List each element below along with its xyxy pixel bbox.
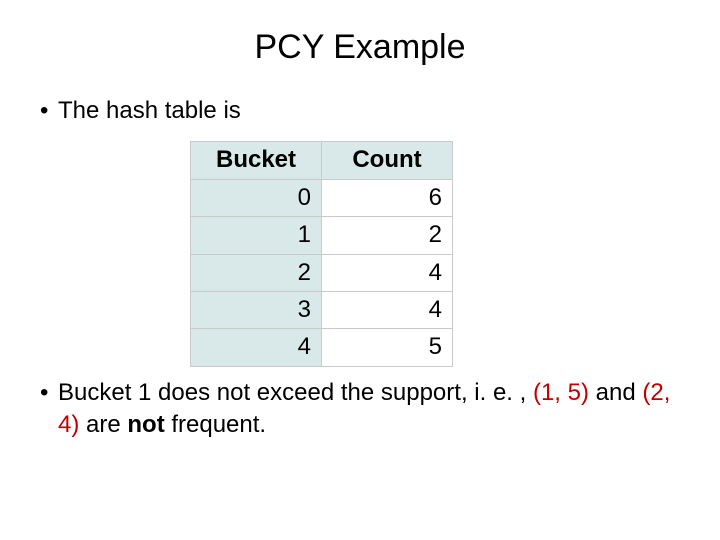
text-fragment: and [589, 379, 642, 406]
cell-count: 6 [322, 179, 453, 216]
pair-text: (1, 5) [533, 379, 589, 406]
table-row: 2 4 [191, 254, 453, 291]
table-row: 0 6 [191, 179, 453, 216]
bullet-item: • The hash table is [40, 95, 680, 127]
cell-count: 5 [322, 329, 453, 366]
cell-count: 4 [322, 254, 453, 291]
slide: PCY Example • The hash table is Bucket C… [0, 0, 720, 540]
cell-count: 4 [322, 291, 453, 328]
text-fragment: are [79, 411, 127, 438]
col-bucket-header: Bucket [191, 142, 322, 179]
hash-table: Bucket Count 0 6 1 2 2 4 3 4 4 5 [190, 141, 453, 366]
table-row: 3 4 [191, 291, 453, 328]
cell-bucket: 0 [191, 179, 322, 216]
bullet-text: The hash table is [58, 95, 680, 127]
col-count-header: Count [322, 142, 453, 179]
text-fragment: Bucket 1 does not exceed the support, i.… [58, 379, 533, 406]
cell-bucket: 1 [191, 217, 322, 254]
bullet-list: • The hash table is Bucket Count 0 6 1 2… [40, 95, 680, 442]
emphasis-text: not [127, 411, 164, 438]
bullet-text: Bucket 1 does not exceed the support, i.… [58, 377, 680, 442]
table-row: 4 5 [191, 329, 453, 366]
bullet-item: • Bucket 1 does not exceed the support, … [40, 377, 680, 442]
cell-bucket: 4 [191, 329, 322, 366]
table-header-row: Bucket Count [191, 142, 453, 179]
page-title: PCY Example [40, 28, 680, 67]
text-fragment: frequent. [165, 411, 266, 438]
cell-bucket: 3 [191, 291, 322, 328]
cell-count: 2 [322, 217, 453, 254]
bullet-dot: • [40, 95, 58, 127]
table-row: 1 2 [191, 217, 453, 254]
bullet-dot: • [40, 377, 58, 442]
cell-bucket: 2 [191, 254, 322, 291]
